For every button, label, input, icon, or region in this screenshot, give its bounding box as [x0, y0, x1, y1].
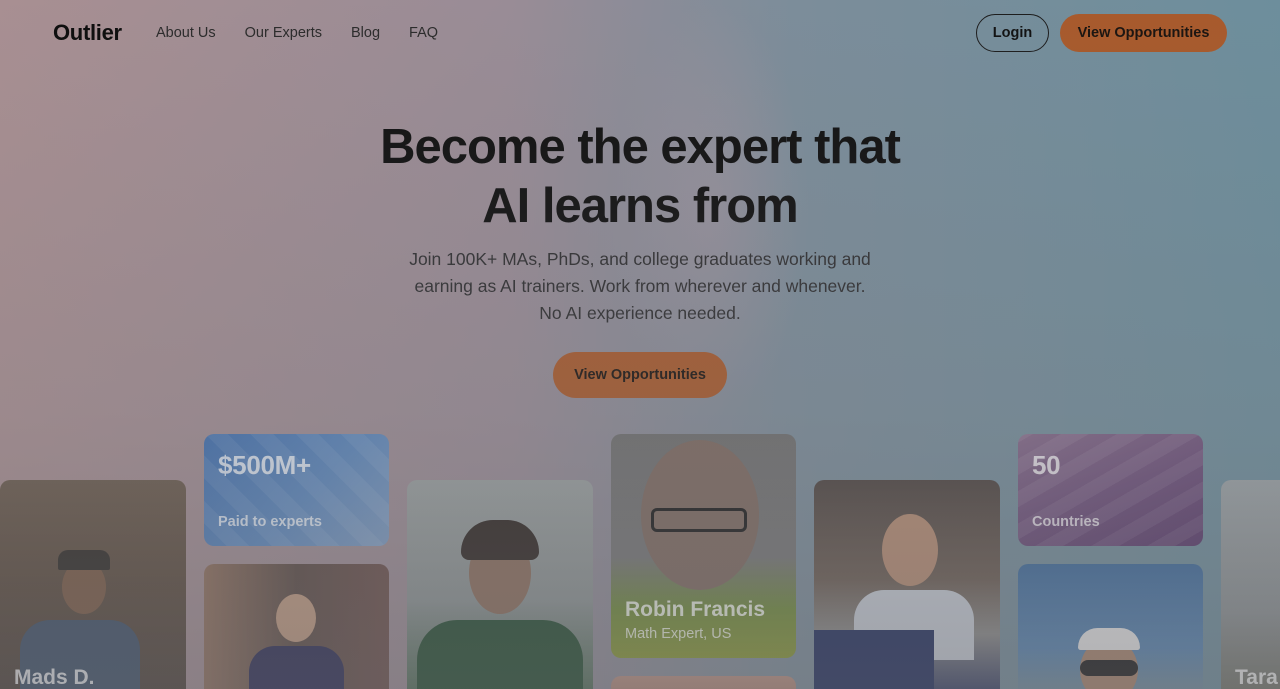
- expert-name: Robin Francis: [625, 598, 766, 621]
- expert-photo: [882, 514, 938, 586]
- login-button[interactable]: Login: [976, 14, 1049, 52]
- stat-label: Paid to experts: [218, 514, 322, 530]
- stat-value: 50: [1032, 450, 1061, 480]
- expert-role: Math Expert, US: [625, 626, 732, 642]
- stat-card-countries: 50 Countries: [1018, 434, 1203, 546]
- laptop-shape: [814, 630, 934, 689]
- expert-name: Tara: [1235, 666, 1278, 689]
- glasses-shape: [651, 508, 747, 532]
- shirt-shape: [249, 646, 344, 689]
- hair-shape: [461, 520, 539, 560]
- outlier-logo[interactable]: Outlier: [53, 20, 122, 46]
- hero-title-line1: Become the expert that: [380, 120, 901, 174]
- nav-link-faq[interactable]: FAQ: [409, 25, 438, 41]
- hero-title: Become the expert that AI learns from: [340, 118, 940, 236]
- expert-name: Mads D.: [14, 666, 95, 689]
- top-navigation: Outlier About Us Our Experts Blog FAQ Lo…: [0, 0, 1280, 66]
- stat-card-paid: $500M+ Paid to experts: [204, 434, 389, 546]
- stat-value: $500M+: [218, 450, 311, 480]
- nav-link-about-us[interactable]: About Us: [156, 25, 216, 41]
- stat-label: Countries: [1032, 514, 1100, 530]
- view-opportunities-hero-button[interactable]: View Opportunities: [553, 352, 727, 398]
- expert-card-curly[interactable]: [407, 480, 593, 689]
- hero-subtitle: Join 100K+ MAs, PhDs, and college gradua…: [380, 246, 900, 327]
- view-opportunities-nav-button[interactable]: View Opportunities: [1060, 14, 1227, 52]
- expert-card-student[interactable]: [204, 564, 389, 689]
- hat-shape: [1078, 628, 1140, 650]
- nav-link-our-experts[interactable]: Our Experts: [245, 25, 322, 41]
- expert-photo: [276, 594, 316, 642]
- hero-subtitle-line1: Join 100K+ MAs, PhDs, and college gradua…: [409, 249, 871, 269]
- hero-subtitle-line2: earning as AI trainers. Work from wherev…: [414, 276, 866, 296]
- expert-card-mads[interactable]: Mads D.: [0, 480, 186, 689]
- expert-card-partial[interactable]: [611, 676, 796, 689]
- expert-card-tara[interactable]: Tara: [1221, 480, 1280, 689]
- cap-shape: [58, 550, 110, 570]
- hero-title-line2: AI learns from: [482, 179, 798, 233]
- nav-links: About Us Our Experts Blog FAQ: [156, 25, 438, 41]
- expert-card-sky[interactable]: [1018, 564, 1203, 689]
- expert-card-nick[interactable]: [814, 480, 1000, 689]
- sunglasses-shape: [1080, 660, 1138, 676]
- hero-subtitle-line3: No AI experience needed.: [539, 303, 741, 323]
- nav-link-blog[interactable]: Blog: [351, 25, 380, 41]
- scarf-shape: [417, 620, 583, 689]
- expert-card-robin[interactable]: Robin Francis Math Expert, US: [611, 434, 796, 658]
